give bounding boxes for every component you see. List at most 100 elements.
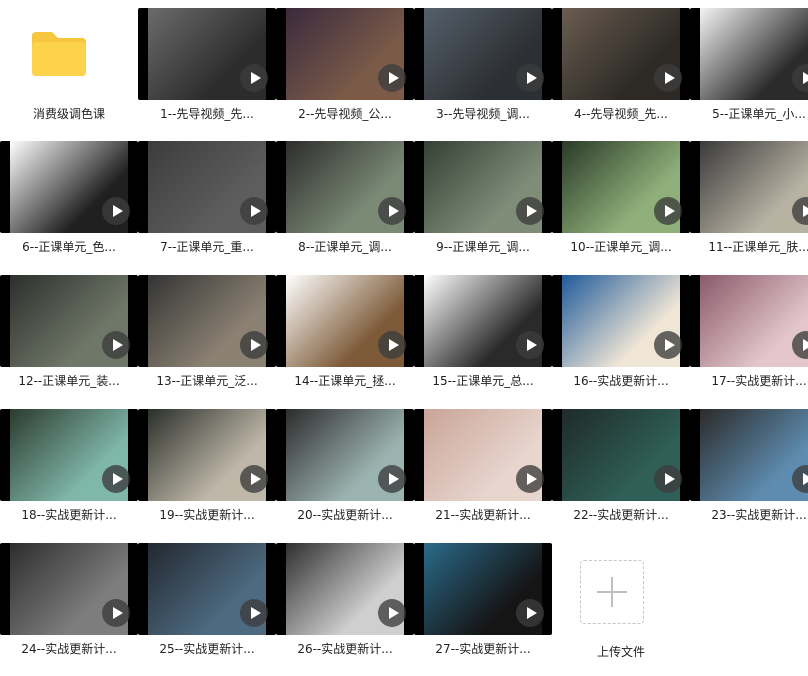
video-thumbnail[interactable] xyxy=(0,275,138,367)
play-icon[interactable] xyxy=(516,465,544,493)
play-icon[interactable] xyxy=(378,465,406,493)
video-tile[interactable]: 12--正课单元_装... xyxy=(0,275,138,405)
play-icon[interactable] xyxy=(240,465,268,493)
video-thumbnail[interactable] xyxy=(138,275,276,367)
video-label: 14--正课单元_拯... xyxy=(294,374,396,388)
video-tile[interactable]: 13--正课单元_泛... xyxy=(138,275,276,405)
video-thumbnail[interactable] xyxy=(414,8,552,100)
play-icon[interactable] xyxy=(102,197,130,225)
video-tile[interactable]: 24--实战更新计... xyxy=(0,543,138,673)
play-icon[interactable] xyxy=(516,64,544,92)
video-tile[interactable]: 23--实战更新计... xyxy=(690,409,808,539)
thumbnail-image xyxy=(700,141,808,233)
play-icon[interactable] xyxy=(102,599,130,627)
video-label: 15--正课单元_总... xyxy=(432,374,534,388)
video-tile[interactable]: 2--先导视频_公... xyxy=(276,8,414,138)
video-tile[interactable]: 7--正课单元_重... xyxy=(138,141,276,271)
play-icon[interactable] xyxy=(240,64,268,92)
video-tile[interactable]: 25--实战更新计... xyxy=(138,543,276,673)
video-thumbnail[interactable] xyxy=(690,275,808,367)
video-thumbnail[interactable] xyxy=(690,409,808,501)
folder-tile[interactable]: 消费级调色课 xyxy=(0,8,138,138)
video-tile[interactable]: 18--实战更新计... xyxy=(0,409,138,539)
video-tile[interactable]: 17--实战更新计... xyxy=(690,275,808,405)
video-tile[interactable]: 11--正课单元_肤... xyxy=(690,141,808,271)
video-thumbnail[interactable] xyxy=(690,8,808,100)
video-label: 13--正课单元_泛... xyxy=(156,374,258,388)
video-thumbnail[interactable] xyxy=(276,409,414,501)
video-tile[interactable]: 4--先导视频_先... xyxy=(552,8,690,138)
video-tile[interactable]: 26--实战更新计... xyxy=(276,543,414,673)
video-thumbnail[interactable] xyxy=(138,8,276,100)
video-thumbnail[interactable] xyxy=(414,275,552,367)
play-icon[interactable] xyxy=(654,331,682,359)
video-tile[interactable]: 19--实战更新计... xyxy=(138,409,276,539)
file-grid: 消费级调色课 1--先导视频_先... 2--先导视频_公... 3--先导视频_调… xyxy=(0,0,808,659)
video-tile[interactable]: 14--正课单元_拯... xyxy=(276,275,414,405)
video-thumbnail[interactable] xyxy=(690,141,808,233)
video-tile[interactable]: 22--实战更新计... xyxy=(552,409,690,539)
video-label: 24--实战更新计... xyxy=(21,642,117,656)
play-icon[interactable] xyxy=(378,197,406,225)
play-icon[interactable] xyxy=(516,599,544,627)
video-tile[interactable]: 5--正课单元_小... xyxy=(690,8,808,138)
video-tile[interactable]: 8--正课单元_调... xyxy=(276,141,414,271)
video-tile[interactable]: 1--先导视频_先... xyxy=(138,8,276,138)
play-icon[interactable] xyxy=(378,331,406,359)
video-thumbnail[interactable] xyxy=(276,8,414,100)
video-label: 1--先导视频_先... xyxy=(160,107,254,121)
video-tile[interactable]: 20--实战更新计... xyxy=(276,409,414,539)
video-label: 18--实战更新计... xyxy=(21,508,117,522)
thumbnail-image xyxy=(700,275,808,367)
video-thumbnail[interactable] xyxy=(0,543,138,635)
video-label: 6--正课单元_色... xyxy=(22,240,116,254)
upload-label: 上传文件 xyxy=(596,645,645,659)
play-icon[interactable] xyxy=(516,331,544,359)
video-label: 23--实战更新计... xyxy=(711,508,807,522)
video-label: 5--正课单元_小... xyxy=(712,107,806,121)
play-icon[interactable] xyxy=(102,331,130,359)
play-icon[interactable] xyxy=(654,64,682,92)
video-thumbnail[interactable] xyxy=(414,409,552,501)
video-thumbnail[interactable] xyxy=(138,409,276,501)
video-tile[interactable]: 21--实战更新计... xyxy=(414,409,552,539)
play-icon[interactable] xyxy=(240,599,268,627)
play-icon[interactable] xyxy=(240,197,268,225)
plus-icon[interactable] xyxy=(580,560,644,624)
video-tile[interactable]: 10--正课单元_调... xyxy=(552,141,690,271)
video-thumbnail[interactable] xyxy=(552,275,690,367)
video-thumbnail[interactable] xyxy=(0,409,138,501)
video-label: 21--实战更新计... xyxy=(435,508,531,522)
video-thumbnail[interactable] xyxy=(276,275,414,367)
play-icon[interactable] xyxy=(516,197,544,225)
video-label: 19--实战更新计... xyxy=(159,508,255,522)
video-tile[interactable]: 3--先导视频_调... xyxy=(414,8,552,138)
video-thumbnail[interactable] xyxy=(276,543,414,635)
video-thumbnail[interactable] xyxy=(138,543,276,635)
video-label: 26--实战更新计... xyxy=(297,642,393,656)
video-label: 7--正课单元_重... xyxy=(160,240,254,254)
video-tile[interactable]: 16--实战更新计... xyxy=(552,275,690,405)
video-thumbnail[interactable] xyxy=(552,8,690,100)
video-thumbnail[interactable] xyxy=(552,141,690,233)
video-label: 10--正课单元_调... xyxy=(570,240,672,254)
play-icon[interactable] xyxy=(378,599,406,627)
upload-tile[interactable]: 上传文件 xyxy=(552,546,690,676)
video-thumbnail[interactable] xyxy=(276,141,414,233)
play-icon[interactable] xyxy=(654,465,682,493)
video-label: 22--实战更新计... xyxy=(573,508,669,522)
play-icon[interactable] xyxy=(240,331,268,359)
video-thumbnail[interactable] xyxy=(0,141,138,233)
video-tile[interactable]: 15--正课单元_总... xyxy=(414,275,552,405)
video-thumbnail[interactable] xyxy=(552,409,690,501)
video-tile[interactable]: 27--实战更新计... xyxy=(414,543,552,673)
video-thumbnail[interactable] xyxy=(138,141,276,233)
video-thumbnail[interactable] xyxy=(414,543,552,635)
video-thumbnail[interactable] xyxy=(414,141,552,233)
video-tile[interactable]: 6--正课单元_色... xyxy=(0,141,138,271)
play-icon[interactable] xyxy=(654,197,682,225)
play-icon[interactable] xyxy=(102,465,130,493)
folder-thumb xyxy=(0,8,138,100)
video-tile[interactable]: 9--正课单元_调... xyxy=(414,141,552,271)
play-icon[interactable] xyxy=(378,64,406,92)
